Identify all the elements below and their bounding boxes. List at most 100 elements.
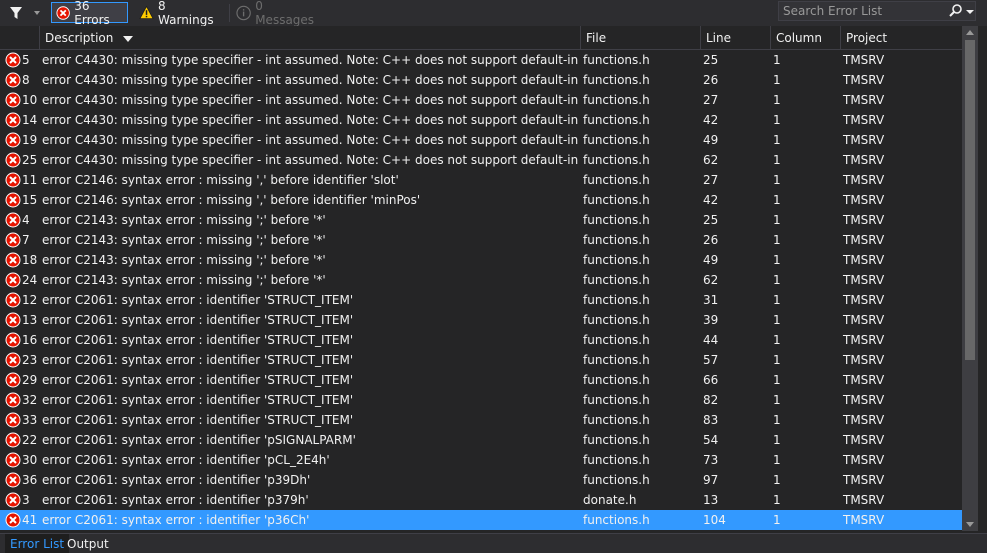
file-cell: functions.h [583, 273, 650, 287]
file-cell: functions.h [583, 113, 650, 127]
error-code-cell: 18 [22, 253, 38, 267]
error-code-cell: 14 [22, 113, 38, 127]
error-code-cell: 22 [22, 433, 38, 447]
error-code-cell: 7 [22, 233, 30, 247]
error-code-cell: 5 [22, 53, 30, 67]
project-cell: TMSRV [843, 193, 885, 207]
vertical-scrollbar[interactable] [962, 26, 978, 531]
error-icon [5, 272, 21, 288]
table-row[interactable]: 41 error C2061: syntax error : identifier… [0, 510, 962, 530]
filter-button[interactable] [8, 4, 42, 22]
errors-filter-button[interactable]: 36 Errors [51, 0, 128, 27]
error-icon [5, 112, 21, 128]
description-cell: error C2146: syntax error : missing ',' … [42, 193, 421, 207]
table-row[interactable]: 14 error C4430: missing type specifier - … [0, 110, 962, 130]
table-row[interactable]: 32 error C2061: syntax error : identifier… [0, 390, 962, 410]
column-cell: 1 [773, 173, 781, 187]
line-cell: 62 [703, 273, 719, 287]
table-row[interactable]: 5 error C4430: missing type specifier - i… [0, 50, 962, 70]
project-cell: TMSRV [843, 253, 885, 267]
table-row[interactable]: 36 error C2061: syntax error : identifier… [0, 470, 962, 490]
project-cell: TMSRV [843, 513, 885, 527]
table-row[interactable]: 11 error C2146: syntax error : missing ',… [0, 170, 962, 190]
file-cell: functions.h [583, 193, 650, 207]
column-cell: 1 [773, 373, 781, 387]
table-row[interactable]: 13 error C2061: syntax error : identifier… [0, 310, 962, 330]
column-cell: 1 [773, 153, 781, 167]
column-cell: 1 [773, 53, 781, 67]
line-cell: 25 [703, 213, 719, 227]
line-cell: 82 [703, 393, 719, 407]
line-cell: 42 [703, 113, 719, 127]
table-row[interactable]: 7 error C2143: syntax error : missing ';'… [0, 230, 962, 250]
tab-output[interactable]: Output [62, 534, 114, 553]
error-code-cell: 23 [22, 353, 38, 367]
error-list-rows: 5 error C4430: missing type specifier - i… [0, 50, 962, 530]
table-row[interactable]: 18 error C2143: syntax error : missing ';… [0, 250, 962, 270]
error-icon [5, 152, 21, 168]
error-icon [5, 432, 21, 448]
project-cell: TMSRV [843, 313, 885, 327]
column-cell: 1 [773, 193, 781, 207]
file-cell: functions.h [583, 153, 650, 167]
column-header-project[interactable]: Project [840, 26, 962, 50]
project-cell: TMSRV [843, 233, 885, 247]
line-cell: 66 [703, 373, 719, 387]
column-header-column[interactable]: Column [770, 26, 840, 50]
table-row[interactable]: 29 error C2061: syntax error : identifier… [0, 370, 962, 390]
column-header-line[interactable]: Line [700, 26, 770, 50]
search-error-list-input[interactable]: Search Error List [778, 1, 976, 21]
info-icon [236, 5, 251, 20]
table-row[interactable]: 8 error C4430: missing type specifier - i… [0, 70, 962, 90]
line-cell: 42 [703, 193, 719, 207]
column-cell: 1 [773, 513, 781, 527]
description-cell: error C2061: syntax error : identifier '… [42, 513, 310, 527]
error-code-cell: 30 [22, 453, 38, 467]
table-row[interactable]: 30 error C2061: syntax error : identifier… [0, 450, 962, 470]
scroll-down-arrow-icon[interactable] [966, 522, 974, 527]
tab-error-list[interactable]: Error List [5, 534, 70, 553]
description-cell: error C2061: syntax error : identifier '… [42, 353, 354, 367]
table-row[interactable]: 3 error C2061: syntax error : identifier … [0, 490, 962, 510]
table-row[interactable]: 25 error C4430: missing type specifier - … [0, 150, 962, 170]
error-icon [5, 292, 21, 308]
column-cell: 1 [773, 233, 781, 247]
file-cell: functions.h [583, 333, 650, 347]
table-row[interactable]: 24 error C2143: syntax error : missing ';… [0, 270, 962, 290]
line-cell: 104 [703, 513, 726, 527]
error-icon [5, 452, 21, 468]
column-header-project-label: Project [846, 31, 888, 45]
project-cell: TMSRV [843, 413, 885, 427]
table-row[interactable]: 23 error C2061: syntax error : identifier… [0, 350, 962, 370]
error-icon [5, 212, 21, 228]
filter-icon [10, 7, 40, 19]
column-header-file[interactable]: File [580, 26, 700, 50]
project-cell: TMSRV [843, 433, 885, 447]
scrollbar-thumb[interactable] [965, 40, 975, 360]
search-options-chevron-icon[interactable] [965, 3, 975, 19]
table-row[interactable]: 16 error C2061: syntax error : identifier… [0, 330, 962, 350]
table-row[interactable]: 19 error C4430: missing type specifier - … [0, 130, 962, 150]
table-row[interactable]: 4 error C2143: syntax error : missing ';'… [0, 210, 962, 230]
messages-filter-button[interactable]: 0 Messages [232, 0, 326, 27]
table-row[interactable]: 15 error C2146: syntax error : missing ',… [0, 190, 962, 210]
search-icon[interactable] [948, 3, 964, 19]
scroll-up-arrow-icon[interactable] [966, 30, 974, 35]
table-row[interactable]: 10 error C4430: missing type specifier - … [0, 90, 962, 110]
project-cell: TMSRV [843, 213, 885, 227]
error-icon [5, 52, 21, 68]
error-icon [5, 372, 21, 388]
line-cell: 73 [703, 453, 719, 467]
warnings-filter-button[interactable]: 8 Warnings [135, 0, 225, 27]
description-cell: error C2061: syntax error : identifier '… [42, 313, 354, 327]
description-cell: error C4430: missing type specifier - in… [42, 53, 578, 67]
column-cell: 1 [773, 333, 781, 347]
table-row[interactable]: 22 error C2061: syntax error : identifier… [0, 430, 962, 450]
table-row[interactable]: 33 error C2061: syntax error : identifier… [0, 410, 962, 430]
column-header-description[interactable]: Description [39, 26, 580, 50]
description-cell: error C2061: syntax error : identifier '… [42, 413, 354, 427]
column-cell: 1 [773, 253, 781, 267]
table-row[interactable]: 12 error C2061: syntax error : identifier… [0, 290, 962, 310]
toolbar-separator [229, 4, 230, 22]
description-cell: error C2061: syntax error : identifier '… [42, 473, 311, 487]
